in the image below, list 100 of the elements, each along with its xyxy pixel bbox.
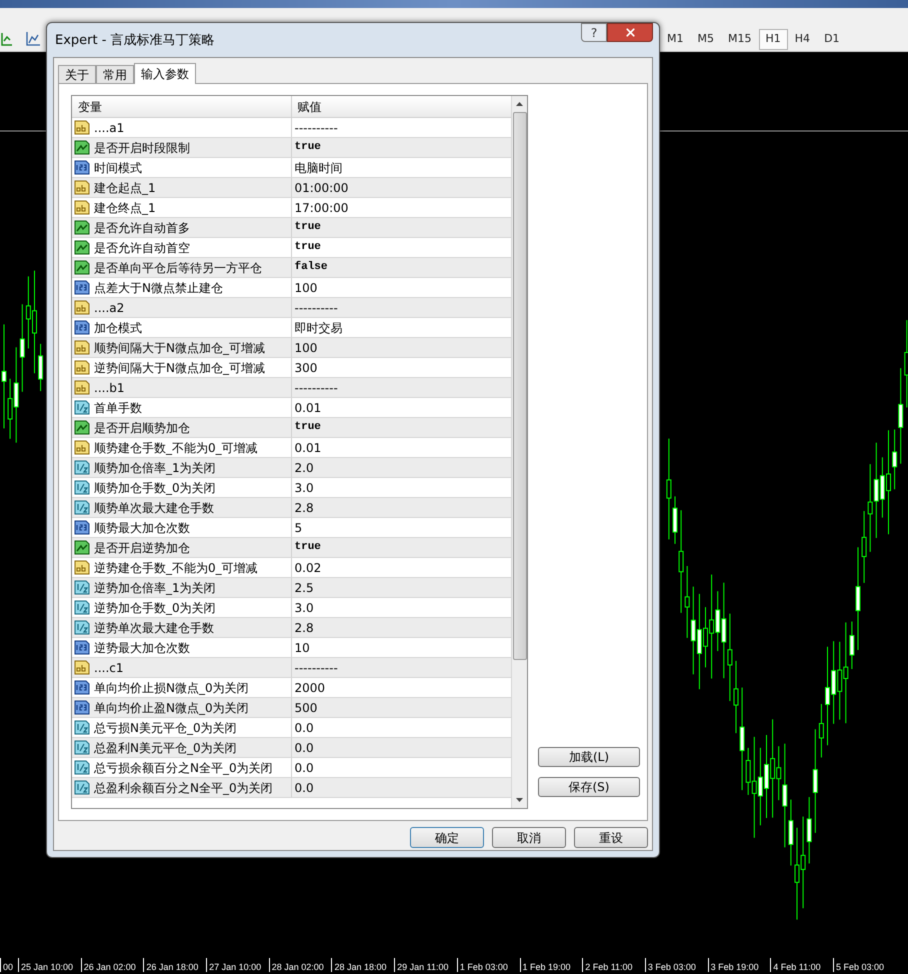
parameter-value[interactable]: 3.0 xyxy=(294,598,314,616)
parameter-name: 总亏损余额百分之N全平_0为关闭 xyxy=(94,760,273,776)
parameter-name: 顺势间隔大于N微点加仓_可增减 xyxy=(94,340,265,356)
parameter-value[interactable]: 电脑时间 xyxy=(294,158,342,176)
parameter-value[interactable]: 5 xyxy=(294,518,302,536)
parameter-name: 总亏损N美元平仓_0为关闭 xyxy=(94,720,237,736)
parameter-value[interactable]: true xyxy=(294,139,321,156)
dialog-button[interactable]: 确定 xyxy=(410,827,484,848)
parameter-value[interactable]: ---------- xyxy=(294,378,338,396)
parameter-value[interactable]: true xyxy=(294,219,321,236)
type-icon xyxy=(74,480,90,495)
dialog-button[interactable]: 取消 xyxy=(492,827,566,848)
timeframe-button[interactable]: M1 xyxy=(660,28,690,50)
timeframe-button[interactable]: M5 xyxy=(690,28,721,50)
time-axis-label: 29 Jan 11:00 xyxy=(397,963,449,972)
parameter-name: 逆势单次最大建仓手数 xyxy=(94,620,214,636)
type-icon xyxy=(74,220,90,235)
parameter-name: 总盈利N美元平仓_0为关闭 xyxy=(94,740,237,756)
parameter-name: 是否开启逆势加仓 xyxy=(94,540,190,556)
type-icon xyxy=(74,700,90,715)
parameter-value[interactable]: 2.0 xyxy=(294,458,314,476)
parameter-value[interactable]: ---------- xyxy=(294,298,338,316)
scrollbar[interactable] xyxy=(511,96,527,808)
time-axis-label: 5 Feb 03:00 xyxy=(836,963,884,972)
line-chart-icon[interactable] xyxy=(25,31,41,47)
parameter-value[interactable]: 0.0 xyxy=(294,738,314,756)
time-axis-label: 27 Jan 10:00 xyxy=(209,963,262,972)
type-icon xyxy=(74,640,90,655)
parameter-value[interactable]: 10 xyxy=(294,638,310,656)
parameter-value[interactable]: 即时交易 xyxy=(294,318,342,336)
parameter-value[interactable]: 2.8 xyxy=(294,498,314,516)
parameter-value[interactable]: true xyxy=(294,239,321,256)
type-icon xyxy=(74,760,90,775)
parameter-name: 建仓终点_1 xyxy=(94,200,156,216)
type-icon xyxy=(74,420,90,435)
type-icon xyxy=(74,720,90,735)
parameter-value[interactable]: 2000 xyxy=(294,678,326,696)
type-icon xyxy=(74,240,90,255)
type-icon xyxy=(74,380,90,395)
parameter-name: 是否开启时段限制 xyxy=(94,140,190,156)
parameter-name: 首单手数 xyxy=(94,400,142,416)
timeframe-button[interactable]: H4 xyxy=(788,28,818,50)
parameter-name: ....a2 xyxy=(94,300,124,316)
parameter-value[interactable]: true xyxy=(294,419,321,436)
type-icon xyxy=(74,400,90,415)
parameter-value[interactable]: 500 xyxy=(294,698,318,716)
parameter-name: 顺势加仓倍率_1为关闭 xyxy=(94,460,216,476)
parameter-value[interactable]: false xyxy=(294,259,328,276)
parameter-value[interactable]: 300 xyxy=(294,358,318,376)
type-icon xyxy=(74,260,90,275)
type-icon xyxy=(74,200,90,215)
parameter-value[interactable]: 0.0 xyxy=(294,718,314,736)
column-header[interactable]: 赋值 xyxy=(292,96,511,117)
window-title: Expert - 言成标准马丁策略 xyxy=(55,32,215,50)
parameter-name: ....b1 xyxy=(94,380,125,396)
parameter-value[interactable]: 3.0 xyxy=(294,478,314,496)
parameter-value[interactable]: 17:00:00 xyxy=(294,198,348,216)
parameter-value[interactable]: 2.5 xyxy=(294,578,314,596)
type-icon xyxy=(74,360,90,375)
side-button[interactable]: 保存(S) xyxy=(538,777,640,797)
parameter-name: 逆势建仓手数_不能为0_可增减 xyxy=(94,560,258,576)
parameter-name: 顺势最大加仓次数 xyxy=(94,520,190,536)
type-icon xyxy=(74,580,90,595)
close-button[interactable] xyxy=(607,23,653,42)
timeframe-button[interactable]: D1 xyxy=(817,28,847,50)
dialog-button[interactable]: 重设 xyxy=(574,827,648,848)
tab[interactable]: 输入参数 xyxy=(134,63,196,84)
type-icon xyxy=(74,300,90,315)
parameter-value[interactable]: true xyxy=(294,539,321,556)
parameter-value[interactable]: 2.8 xyxy=(294,618,314,636)
parameter-value[interactable]: ---------- xyxy=(294,118,338,136)
chart-icon[interactable] xyxy=(1,31,13,47)
parameter-value[interactable]: 0.0 xyxy=(294,778,314,796)
time-axis-label: 28 Jan 02:00 xyxy=(272,963,324,972)
type-icon xyxy=(74,140,90,155)
time-axis-label: 26 Jan 02:00 xyxy=(84,963,136,972)
help-button[interactable]: ? xyxy=(581,23,607,42)
type-icon xyxy=(74,500,90,515)
tab[interactable]: 关于 xyxy=(58,65,96,83)
parameter-value[interactable]: 01:00:00 xyxy=(294,178,348,196)
parameter-name: 单向均价止损N微点_0为关闭 xyxy=(94,680,249,696)
parameter-value[interactable]: 100 xyxy=(294,338,318,356)
side-button[interactable]: 加载(L) xyxy=(538,747,640,767)
tab[interactable]: 常用 xyxy=(96,65,134,83)
time-axis-label: 26 Jan 18:00 xyxy=(146,963,198,972)
parameter-name: 点差大于N微点禁止建仓 xyxy=(94,280,223,296)
parameter-value[interactable]: 100 xyxy=(294,278,318,296)
timeframe-button[interactable]: H1 xyxy=(758,28,788,50)
type-icon xyxy=(74,180,90,195)
parameter-value[interactable]: 0.0 xyxy=(294,758,314,776)
timeframe-button[interactable]: M15 xyxy=(721,28,758,50)
time-axis-label: 3 Feb 03:00 xyxy=(648,963,696,972)
parameter-value[interactable]: 0.01 xyxy=(294,438,322,456)
type-icon xyxy=(74,780,90,795)
column-header[interactable]: 变量 xyxy=(72,96,292,117)
parameter-value[interactable]: 0.01 xyxy=(294,398,322,416)
parameter-value[interactable]: ---------- xyxy=(294,658,338,676)
time-axis-label: 2 Feb 11:00 xyxy=(585,963,633,972)
time-axis-label: 1 Feb 03:00 xyxy=(460,963,508,972)
parameter-value[interactable]: 0.02 xyxy=(294,558,322,576)
